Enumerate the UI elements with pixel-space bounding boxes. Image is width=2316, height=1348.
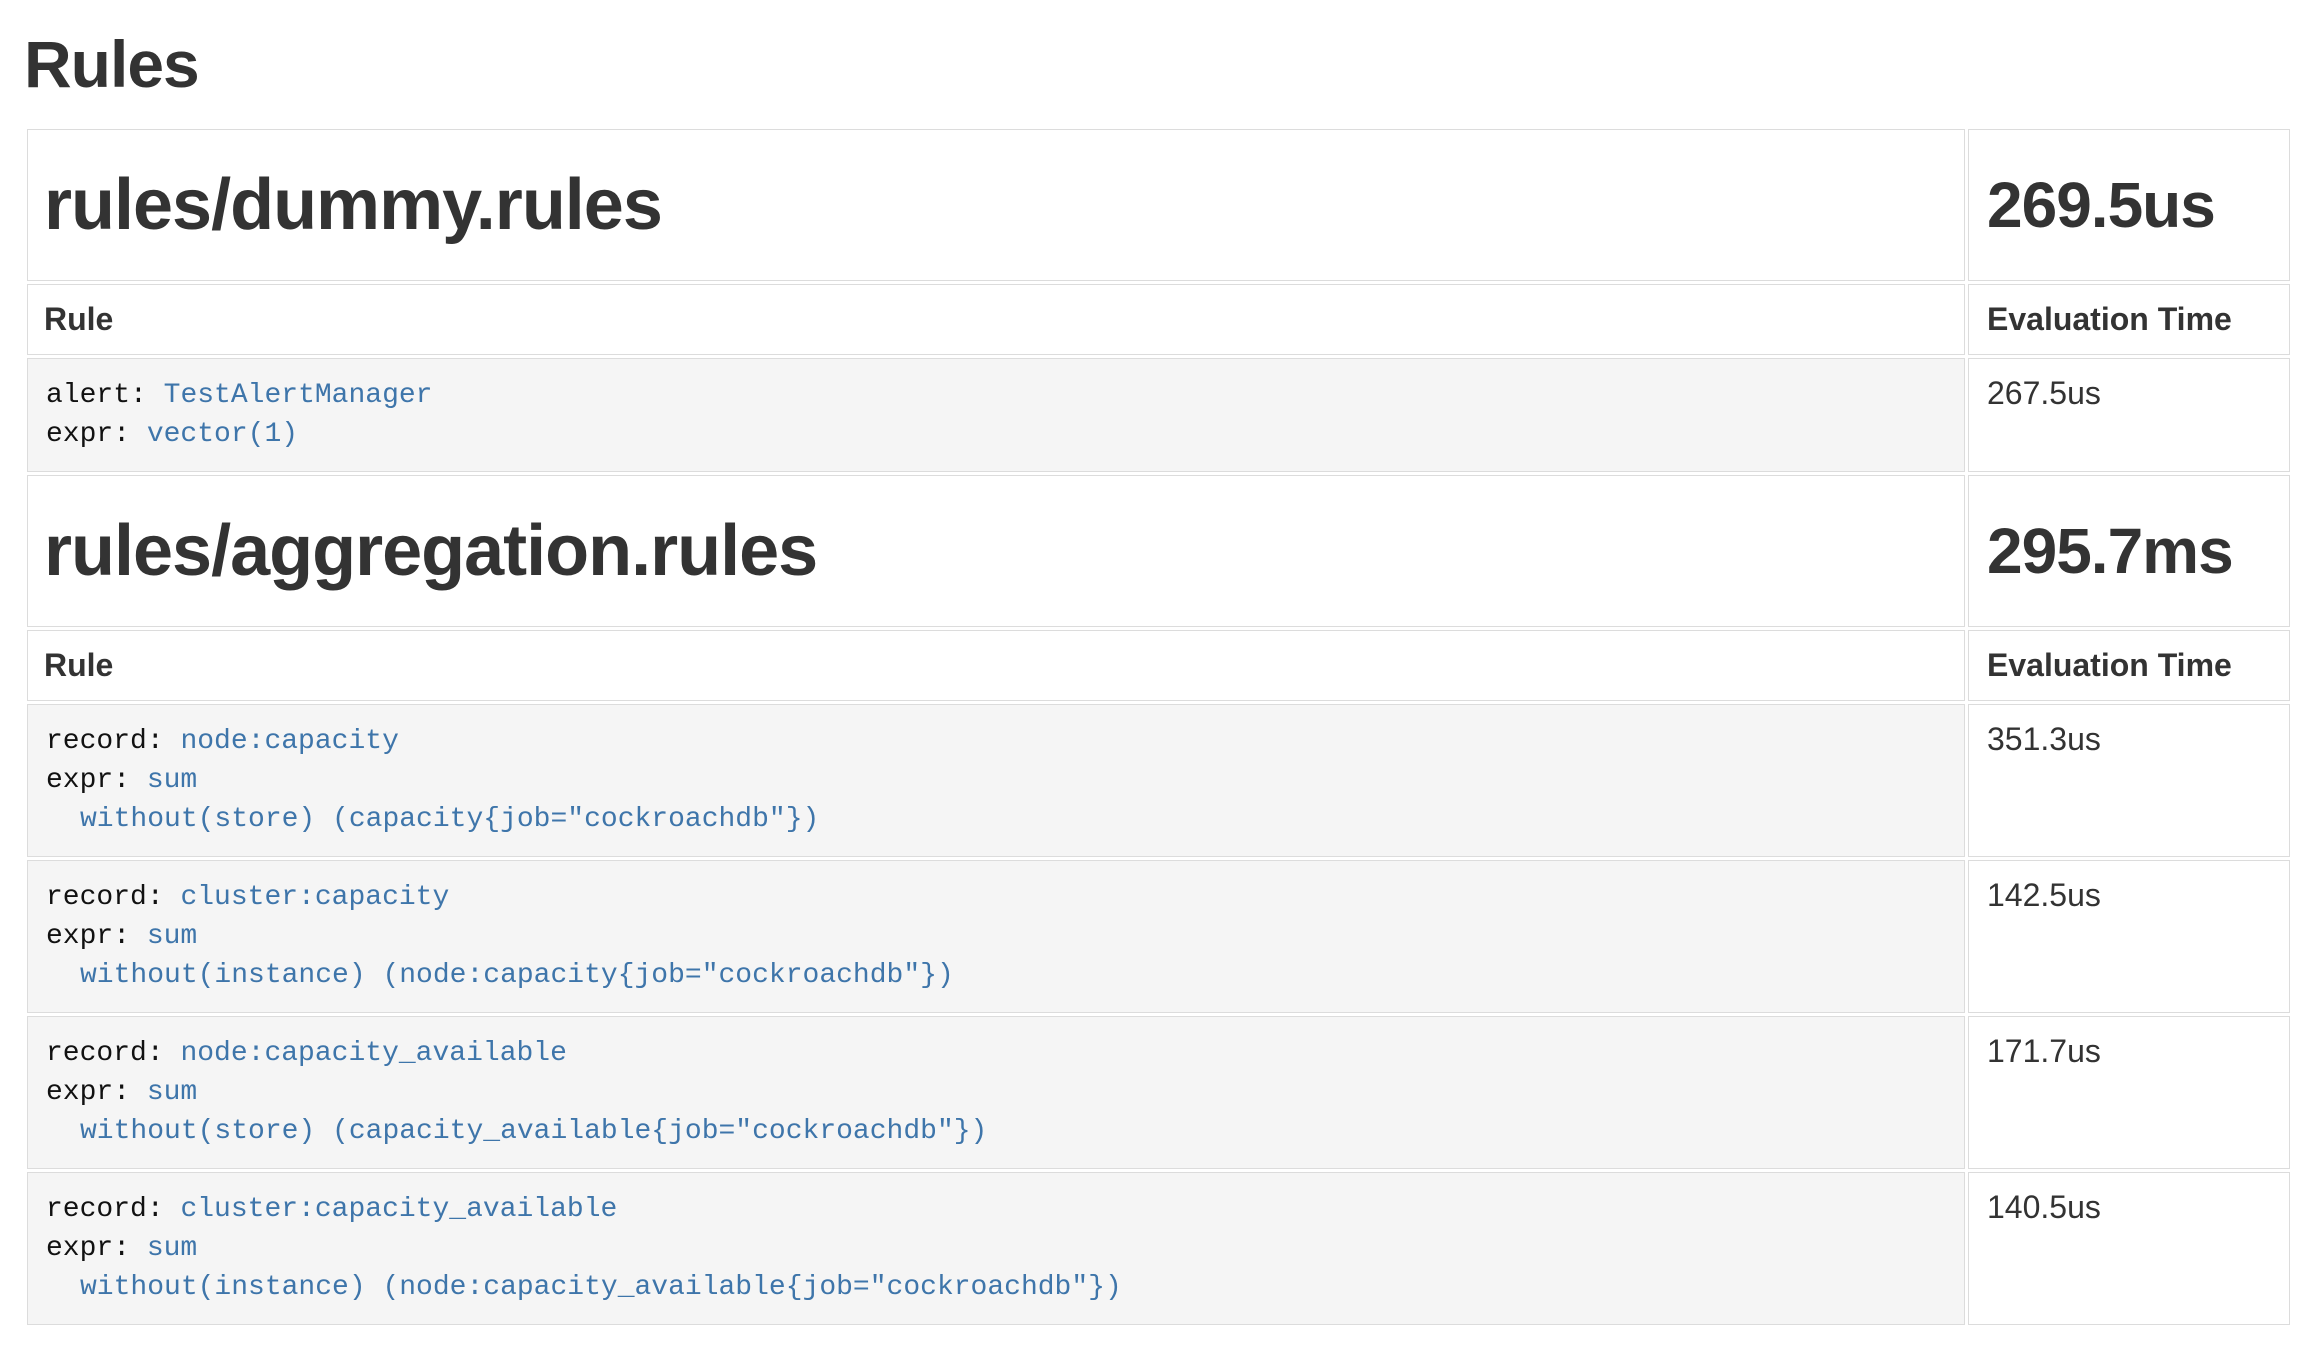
yaml-key: expr: <box>46 419 130 450</box>
rule-evaluation-time: 140.5us <box>1968 1172 2290 1325</box>
rule-code-line: without(store) (capacity_available{job="… <box>46 1112 1948 1151</box>
rule-evaluation-time: 171.7us <box>1968 1016 2290 1169</box>
yaml-key: alert: <box>46 380 147 411</box>
rule-group-header-row: rules/dummy.rules 269.5us <box>27 129 2290 281</box>
rules-page: Rules rules/dummy.rules 269.5us Rule Eva… <box>0 26 2316 1328</box>
rule-row: alert: TestAlertManager expr: vector(1) … <box>27 358 2290 472</box>
rule-row: record: cluster:capacity expr: sum witho… <box>27 860 2290 1013</box>
rule-group-time-cell: 295.7ms <box>1968 475 2290 627</box>
yaml-key: expr: <box>46 1233 130 1264</box>
rule-definition-cell: alert: TestAlertManager expr: vector(1) <box>27 358 1965 472</box>
rules-table: rules/dummy.rules 269.5us Rule Evaluatio… <box>24 126 2293 1328</box>
expr-link[interactable]: sum <box>147 765 197 796</box>
rule-group-evaluation-time: 269.5us <box>1987 168 2271 242</box>
rule-code-line: expr: sum <box>46 761 1948 800</box>
expr-link[interactable]: sum <box>147 921 197 952</box>
column-header-row: Rule Evaluation Time <box>27 630 2290 701</box>
yaml-key: expr: <box>46 1077 130 1108</box>
rule-definition-cell: record: node:capacity_available expr: su… <box>27 1016 1965 1169</box>
record-name-link[interactable]: node:capacity_available <box>180 1038 566 1069</box>
rule-definition-cell: record: cluster:capacity expr: sum witho… <box>27 860 1965 1013</box>
yaml-key: record: <box>46 1038 164 1069</box>
rule-group-time-cell: 269.5us <box>1968 129 2290 281</box>
rule-code-line: without(instance) (node:capacity_availab… <box>46 1268 1948 1307</box>
record-name-link[interactable]: cluster:capacity <box>180 882 449 913</box>
rule-code-line: record: cluster:capacity_available <box>46 1190 1948 1229</box>
rule-code-line: expr: sum <box>46 1229 1948 1268</box>
yaml-key: expr: <box>46 765 130 796</box>
rule-group-file-cell: rules/aggregation.rules <box>27 475 1965 627</box>
rule-row: record: node:capacity expr: sum without(… <box>27 704 2290 857</box>
rule-row: record: cluster:capacity_available expr:… <box>27 1172 2290 1325</box>
record-name-link[interactable]: cluster:capacity_available <box>180 1194 617 1225</box>
record-name-link[interactable]: node:capacity <box>180 726 398 757</box>
expr-continuation-link[interactable]: without(instance) (node:capacity{job="co… <box>80 960 954 991</box>
rule-code-line: without(store) (capacity{job="cockroachd… <box>46 800 1948 839</box>
expr-link[interactable]: vector(1) <box>147 419 298 450</box>
rule-row: record: node:capacity_available expr: su… <box>27 1016 2290 1169</box>
yaml-key: expr: <box>46 921 130 952</box>
rule-group-title: rules/aggregation.rules <box>44 510 1948 592</box>
rule-evaluation-time: 142.5us <box>1968 860 2290 1013</box>
rule-group-evaluation-time: 295.7ms <box>1987 514 2271 588</box>
alert-name-link[interactable]: TestAlertManager <box>164 380 433 411</box>
rule-code-line: record: cluster:capacity <box>46 878 1948 917</box>
rule-code-line: record: node:capacity_available <box>46 1034 1948 1073</box>
expr-link[interactable]: sum <box>147 1077 197 1108</box>
expr-link[interactable]: sum <box>147 1233 197 1264</box>
rule-column-header: Rule <box>27 630 1965 701</box>
expr-continuation-link[interactable]: without(store) (capacity_available{job="… <box>80 1116 987 1147</box>
evaluation-time-column-header: Evaluation Time <box>1968 284 2290 355</box>
rule-code-line: record: node:capacity <box>46 722 1948 761</box>
column-header-row: Rule Evaluation Time <box>27 284 2290 355</box>
rule-code-line: without(instance) (node:capacity{job="co… <box>46 956 1948 995</box>
rule-code-line: expr: vector(1) <box>46 415 1948 454</box>
rule-evaluation-time: 267.5us <box>1968 358 2290 472</box>
page-title: Rules <box>24 26 2293 102</box>
yaml-key: record: <box>46 882 164 913</box>
rule-definition-cell: record: cluster:capacity_available expr:… <box>27 1172 1965 1325</box>
rule-group-header-row: rules/aggregation.rules 295.7ms <box>27 475 2290 627</box>
rule-code-line: expr: sum <box>46 917 1948 956</box>
yaml-key: record: <box>46 726 164 757</box>
rule-definition-cell: record: node:capacity expr: sum without(… <box>27 704 1965 857</box>
expr-continuation-link[interactable]: without(instance) (node:capacity_availab… <box>80 1272 1122 1303</box>
expr-continuation-link[interactable]: without(store) (capacity{job="cockroachd… <box>80 804 819 835</box>
yaml-key: record: <box>46 1194 164 1225</box>
rule-evaluation-time: 351.3us <box>1968 704 2290 857</box>
rule-column-header: Rule <box>27 284 1965 355</box>
rule-code-line: expr: sum <box>46 1073 1948 1112</box>
rule-code-line: alert: TestAlertManager <box>46 376 1948 415</box>
evaluation-time-column-header: Evaluation Time <box>1968 630 2290 701</box>
rule-group-file-cell: rules/dummy.rules <box>27 129 1965 281</box>
rule-group-title: rules/dummy.rules <box>44 164 1948 246</box>
